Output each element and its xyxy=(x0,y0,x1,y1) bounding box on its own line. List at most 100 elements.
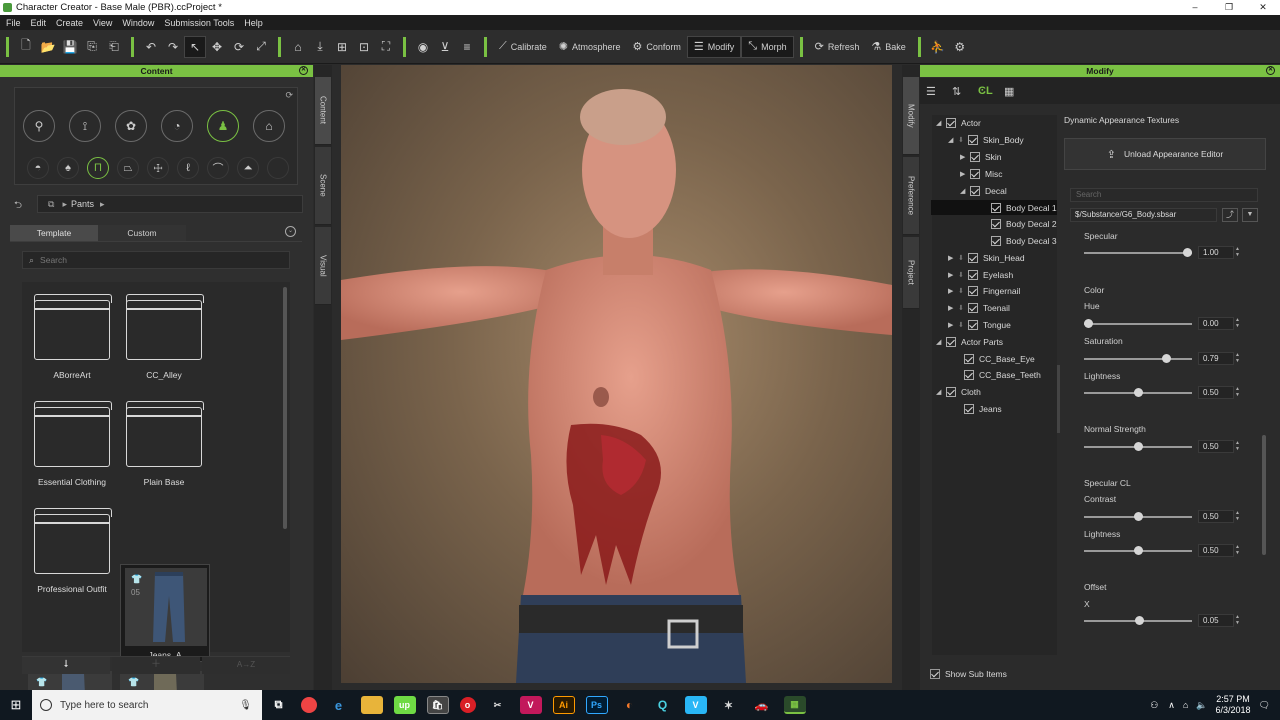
tab-template[interactable]: Template xyxy=(10,225,98,241)
slider-knob[interactable] xyxy=(1133,442,1143,451)
store-icon[interactable]: 🛍 xyxy=(426,696,449,714)
item-jeans-a[interactable]: 👕 05 Jeans_A xyxy=(120,564,210,662)
scale-tool-icon[interactable]: ⤢ xyxy=(250,36,272,58)
character-creator-icon[interactable]: ▦ xyxy=(783,696,806,714)
tree-row-fingernail[interactable]: ▶ ⬇ Fingernail xyxy=(948,284,1020,298)
checkbox[interactable] xyxy=(946,118,956,128)
expand-arrow-icon[interactable]: ◢ xyxy=(936,338,946,346)
task-view-icon[interactable]: ⧉ xyxy=(268,696,290,714)
substance-icon[interactable]: ϾL xyxy=(978,85,1004,97)
edge-icon[interactable]: e xyxy=(328,696,350,714)
morph-button[interactable]: ⤡ Morph xyxy=(741,35,794,58)
specular-lightness-slider[interactable] xyxy=(1084,546,1192,555)
dropdown-arrow-icon[interactable]: ▼ xyxy=(1242,208,1258,222)
zbrush-icon[interactable]: Q xyxy=(652,696,674,714)
calibrate-button[interactable]: ⟋ Calibrate xyxy=(493,36,553,58)
sbsar-path-field[interactable]: $/Substance/G6_Body.sbsar xyxy=(1070,208,1217,222)
checkbox[interactable] xyxy=(991,236,1001,246)
menu-edit[interactable]: Edit xyxy=(31,18,47,28)
expand-arrow-icon[interactable]: ◢ xyxy=(960,187,970,195)
unload-appearance-editor-button[interactable]: ⇪ Unload Appearance Editor xyxy=(1064,138,1266,170)
slider-knob[interactable] xyxy=(1133,388,1143,397)
stepper-icon[interactable]: ▲ ▼ xyxy=(1234,317,1241,330)
stepper-icon[interactable]: ▲ ▼ xyxy=(1234,246,1241,259)
tree-row-body-decal-3[interactable]: Body Decal 3 xyxy=(991,234,1057,248)
tree-row-tongue[interactable]: ▶ ⬇ Tongue xyxy=(948,318,1011,332)
drop-icon[interactable]: ⤓ xyxy=(309,36,331,58)
tree-row-body-decal-2[interactable]: Body Decal 2 xyxy=(991,217,1057,231)
side-tab-modify[interactable]: Modify xyxy=(903,77,919,155)
vray-icon[interactable]: V xyxy=(684,696,707,714)
expand-arrow-icon[interactable]: ◢ xyxy=(936,388,946,396)
import-icon[interactable]: ⎗ xyxy=(103,36,125,58)
windows-start-icon[interactable]: ⊞ xyxy=(0,690,32,720)
save-icon[interactable]: 💾 xyxy=(59,36,81,58)
tree-row-misc[interactable]: ▶ Misc xyxy=(960,167,1002,181)
appearance-search-input[interactable]: Search xyxy=(1070,188,1258,202)
search-input[interactable]: Search xyxy=(40,255,67,265)
checkbox[interactable] xyxy=(946,337,956,347)
vectorize-icon[interactable]: V xyxy=(519,696,542,714)
side-tab-visual[interactable]: Visual xyxy=(315,227,331,305)
zoom-extent-icon[interactable]: ⛶ xyxy=(375,36,397,58)
chrome-icon[interactable] xyxy=(300,697,317,713)
download-icon[interactable]: ⭣ xyxy=(22,657,110,674)
breadcrumb-item[interactable]: Pants xyxy=(71,199,94,209)
category-skin-icon[interactable]: ✿ xyxy=(115,110,147,142)
sub-hat-icon[interactable]: ◓ xyxy=(27,157,49,179)
checkbox[interactable] xyxy=(968,270,978,280)
minimize-button[interactable]: – xyxy=(1178,0,1212,15)
sub-skirt-icon[interactable]: ⏢ xyxy=(117,157,139,179)
folder-aborreart[interactable] xyxy=(33,294,112,360)
tree-row-actor-parts[interactable]: ◢ Actor Parts xyxy=(936,335,1003,349)
checkbox[interactable] xyxy=(946,387,956,397)
home-icon[interactable]: ⌂ xyxy=(287,36,309,58)
upwork-icon[interactable]: up xyxy=(393,696,416,714)
tray-chevron-icon[interactable]: ∧ xyxy=(1168,700,1175,711)
lightness-slider[interactable] xyxy=(1084,388,1192,397)
checkbox[interactable] xyxy=(991,202,1001,213)
microphone-icon[interactable]: 🎙 xyxy=(239,700,252,711)
hue-value[interactable]: 0.00 xyxy=(1198,317,1234,330)
restore-button[interactable]: ❐ xyxy=(1212,0,1246,15)
illustrator-icon[interactable]: Ai xyxy=(552,696,575,714)
tab-custom[interactable]: Custom xyxy=(98,225,186,241)
checkbox[interactable] xyxy=(964,404,974,414)
close-button[interactable]: ✕ xyxy=(1246,0,1280,15)
slider-knob[interactable] xyxy=(1135,616,1145,625)
menu-help[interactable]: Help xyxy=(244,18,263,28)
normal-strength-slider[interactable] xyxy=(1084,442,1192,451)
add-icon[interactable]: ＋ xyxy=(112,657,200,674)
side-tab-content[interactable]: Content xyxy=(315,77,331,145)
floor-icon[interactable]: ≡ xyxy=(456,36,478,58)
undo-icon[interactable]: ↶ xyxy=(140,36,162,58)
tree-row-toenail[interactable]: ▶ ⬇ Toenail xyxy=(948,301,1010,315)
sub-top-icon[interactable]: ♠ xyxy=(57,157,79,179)
chevron-down-icon[interactable]: ⌄ xyxy=(285,226,296,237)
specular-slider[interactable] xyxy=(1084,248,1192,257)
close-panel-icon[interactable]: ✕ xyxy=(1266,66,1275,75)
menu-submission-tools[interactable]: Submission Tools xyxy=(164,18,234,28)
new-file-icon[interactable]: 🗋 xyxy=(15,36,37,58)
refresh-button[interactable]: ⟳ Refresh xyxy=(809,36,866,58)
expand-arrow-icon[interactable]: ▶ xyxy=(948,271,958,279)
clock[interactable]: 2:57 PM 6/3/2018 xyxy=(1216,694,1251,716)
atmosphere-button[interactable]: ✺ Atmosphere xyxy=(553,36,627,58)
stepper-icon[interactable]: ▲ ▼ xyxy=(1234,510,1241,523)
tree-row-eyelash[interactable]: ▶ ⬇ Eyelash xyxy=(948,268,1013,282)
category-morph-icon[interactable]: ⟟ xyxy=(69,110,101,142)
3d-viewport[interactable] xyxy=(341,65,892,683)
sub-pants-icon[interactable]: Π xyxy=(87,157,109,179)
expand-arrow-icon[interactable]: ▶ xyxy=(948,304,958,312)
category-body-icon[interactable]: ⚲ xyxy=(23,110,55,142)
tools-icon[interactable]: ✂ xyxy=(487,696,509,714)
stepper-icon[interactable]: ▲ ▼ xyxy=(1234,352,1241,365)
checkbox[interactable] xyxy=(968,286,978,296)
specular-lightness-value[interactable]: 0.50 xyxy=(1198,544,1234,557)
slider-knob[interactable] xyxy=(1162,354,1172,363)
car-app-icon[interactable]: 🚗 xyxy=(751,696,773,714)
checkbox[interactable] xyxy=(968,320,978,330)
tree-row-jeans[interactable]: Jeans xyxy=(964,402,1002,416)
stepper-icon[interactable]: ▲ ▼ xyxy=(1234,386,1241,399)
bake-button[interactable]: ⚗ Bake xyxy=(865,36,911,58)
